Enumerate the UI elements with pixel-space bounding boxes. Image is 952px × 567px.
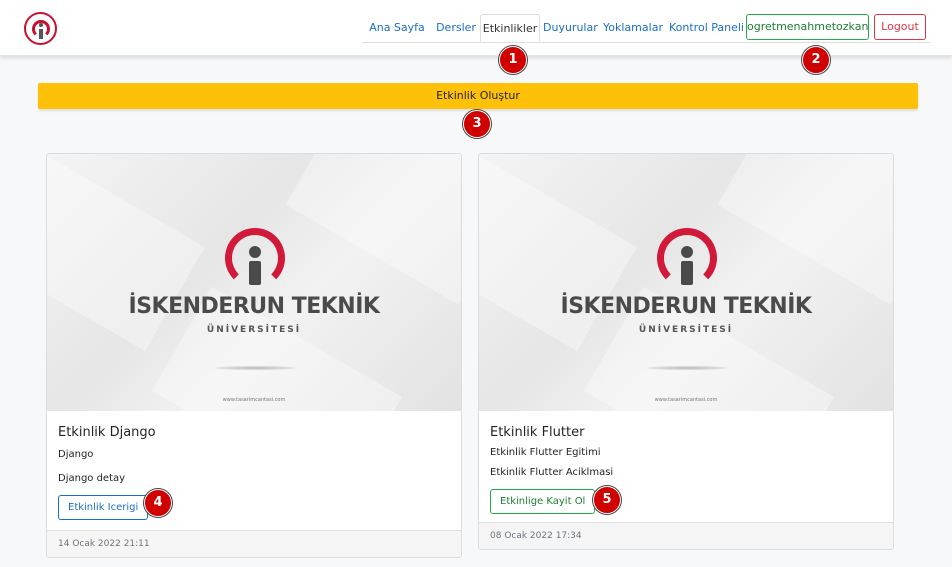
event-subtitle: Etkinlik Flutter Egitimi [490,447,601,458]
image-university-subtitle: ÜNİVERSİTESİ [206,325,302,335]
image-university-name: İSKENDERUN TEKNİK [560,294,812,319]
event-register-button[interactable]: Etkinlige Kayit Ol [490,489,596,514]
annotation-badge-1: 1 [499,46,527,74]
event-title: Etkinlik Django [58,425,156,440]
image-university-name: İSKENDERUN TEKNİK [128,294,380,319]
annotation-badge-3: 3 [463,110,491,138]
nav-item-duyurular[interactable]: Duyurular [543,14,598,42]
nav-item-etkinlikler[interactable]: Etkinlikler [480,14,540,42]
logout-button[interactable]: Logout [874,14,926,40]
annotation-badge-4: 4 [144,489,172,517]
nav-item-dersler[interactable]: Dersler [432,14,480,42]
event-subtitle: Django [58,449,94,460]
logo-bar-icon [39,29,43,39]
annotation-badge-5: 5 [593,486,621,514]
event-content-button[interactable]: Etkinlik Icerigi [58,495,149,520]
event-card-image: İSKENDERUN TEKNİK ÜNİVERSİTESİ www.tasar… [47,154,461,411]
event-description: Etkinlik Flutter Aciklmasi [490,467,614,478]
nav-divider [362,42,930,43]
event-date: 08 Ocak 2022 17:34 [479,522,893,549]
image-university-subtitle: ÜNİVERSİTESİ [638,325,734,335]
annotation-badge-2: 2 [802,46,830,74]
event-card-body: Etkinlik Flutter Etkinlik Flutter Egitim… [479,411,893,522]
nav-item-kontrol-paneli[interactable]: Kontrol Paneli [669,14,744,42]
university-logo[interactable] [24,12,57,45]
event-card-body: Etkinlik Django Django Django detay Etki… [47,411,461,530]
event-title: Etkinlik Flutter [490,425,585,440]
event-card-django: İSKENDERUN TEKNİK ÜNİVERSİTESİ www.tasar… [46,153,462,558]
image-watermark-url: www.tasarimcantasi.com [222,397,286,403]
image-watermark-url: www.tasarimcantasi.com [654,397,718,403]
event-description: Django detay [58,473,126,484]
event-date: 14 Ocak 2022 21:11 [47,530,461,557]
nav-item-yoklamalar[interactable]: Yoklamalar [602,14,664,42]
logo-dot-icon [39,23,43,27]
user-profile-button[interactable]: ogretmenahmetozkan [746,14,869,40]
nav-item-ana-sayfa[interactable]: Ana Sayfa [367,14,427,42]
create-event-button[interactable]: Etkinlik Oluştur [38,83,918,109]
event-card-image: İSKENDERUN TEKNİK ÜNİVERSİTESİ www.tasar… [479,154,893,411]
event-card-flutter: İSKENDERUN TEKNİK ÜNİVERSİTESİ www.tasar… [478,153,894,550]
